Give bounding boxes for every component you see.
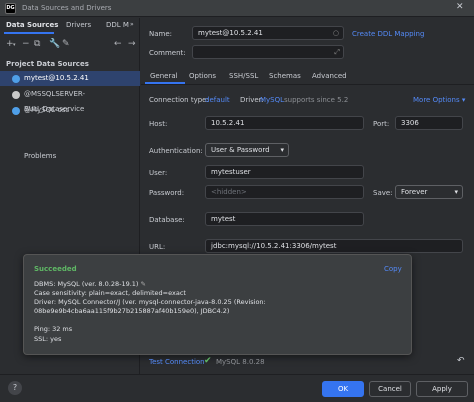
ping-info: Ping: 32 ms: [34, 325, 73, 333]
help-icon[interactable]: ?: [8, 381, 22, 395]
expand-icon[interactable]: ⤢: [334, 46, 340, 58]
tab-options[interactable]: Options: [189, 72, 216, 80]
tab-advanced[interactable]: Advanced: [312, 72, 347, 80]
datasource-item[interactable]: @MSSQLSERVER-BUU_Dataservice: [0, 87, 140, 113]
dbms-text: DBMS: MySQL (ver. 8.0.28-19.1): [34, 280, 139, 288]
user-label: User:: [149, 169, 168, 177]
url-input[interactable]: jdbc:mysql://10.5.2.41:3306/mytest: [205, 239, 463, 253]
dialog-footer: ? OK Cancel Apply: [0, 374, 474, 402]
tab-data-sources[interactable]: Data Sources: [6, 21, 58, 29]
forward-icon[interactable]: →: [128, 39, 136, 49]
tab-ssh-ssl[interactable]: SSH/SSL: [229, 72, 258, 80]
chevron-down-icon: ▾: [454, 188, 458, 196]
port-input[interactable]: 3306: [395, 116, 463, 130]
undo-icon[interactable]: ↶: [457, 356, 465, 366]
more-options-label: More Options: [413, 96, 460, 104]
settings-icon[interactable]: 🔧: [49, 39, 60, 49]
sqlserver-icon: [12, 91, 20, 99]
test-result-version: MySQL 8.0.28: [216, 358, 265, 366]
back-icon[interactable]: ←: [114, 39, 122, 49]
port-label: Port:: [373, 120, 390, 128]
ssl-info: SSL: yes: [34, 335, 62, 343]
user-input[interactable]: mytestuser: [205, 165, 364, 179]
datasource-item[interactable]: mytest@10.5.2.41: [0, 71, 140, 86]
name-value: mytest@10.5.2.41: [198, 29, 263, 37]
problems-item[interactable]: Problems: [24, 152, 56, 160]
tab-drivers[interactable]: Drivers: [66, 21, 91, 29]
datasource-item[interactable]: @MySQL-oss: [0, 103, 140, 118]
status-succeeded: Succeeded: [34, 265, 77, 273]
connection-type-label: Connection type:: [149, 96, 209, 104]
revision-info: 08be9e9b4cba6aa115f9b27b215887af40b159e0…: [34, 307, 230, 315]
active-tab-indicator: [4, 32, 54, 34]
edit-icon[interactable]: ✎: [141, 280, 146, 288]
driver-info: Driver: MySQL Connector/J (ver. mysql-co…: [34, 298, 266, 306]
test-connection-link[interactable]: Test Connection: [149, 358, 205, 366]
chevron-down-icon: ▾: [280, 146, 284, 154]
tabs-divider: [141, 84, 474, 85]
apply-button[interactable]: Apply: [416, 381, 468, 397]
authentication-select[interactable]: User & Password ▾: [205, 143, 289, 157]
url-value: jdbc:mysql://10.5.2.41:3306/mytest: [211, 242, 337, 250]
url-label: URL:: [149, 243, 166, 251]
app-logo-icon: DG: [5, 3, 16, 14]
check-icon: ✔: [204, 356, 212, 366]
authentication-label: Authentication:: [149, 147, 203, 155]
save-value: Forever: [401, 188, 428, 196]
case-info: Case sensitivity: plain=exact, delimited…: [34, 289, 186, 297]
save-select[interactable]: Forever ▾: [395, 185, 463, 199]
authentication-value: User & Password: [211, 146, 270, 154]
comment-label: Comment:: [149, 49, 186, 57]
tab-schemas[interactable]: Schemas: [269, 72, 301, 80]
datasource-label: mytest@10.5.2.41: [24, 74, 89, 82]
reset-icon[interactable]: ○: [333, 27, 339, 39]
database-value: mytest: [211, 215, 236, 223]
datasource-label: @MySQL-oss: [24, 106, 70, 114]
close-icon[interactable]: ✕: [456, 2, 464, 12]
test-result-popup: Succeeded Copy DBMS: MySQL (ver. 8.0.28-…: [23, 254, 412, 355]
host-value: 10.5.2.41: [211, 119, 245, 127]
chevron-down-icon[interactable]: ▾: [13, 42, 16, 48]
comment-input[interactable]: ⤢: [192, 45, 344, 59]
chevron-down-icon: ▾: [461, 96, 466, 104]
driver-note: supports since 5.2: [284, 96, 349, 104]
cancel-button[interactable]: Cancel: [369, 381, 411, 397]
mysql-icon: [12, 75, 20, 83]
tab-ddl-mappings[interactable]: DDL M: [106, 21, 129, 29]
save-label: Save:: [373, 189, 393, 197]
database-input[interactable]: mytest: [205, 212, 364, 226]
port-value: 3306: [401, 119, 419, 127]
host-label: Host:: [149, 120, 168, 128]
window-title: Data Sources and Drivers: [22, 4, 112, 12]
host-input[interactable]: 10.5.2.41: [205, 116, 364, 130]
mysql-icon: [12, 107, 20, 115]
password-label: Password:: [149, 189, 185, 197]
name-label: Name:: [149, 30, 173, 38]
driver-link[interactable]: MySQL: [260, 96, 284, 104]
create-ddl-link[interactable]: Create DDL Mapping: [352, 30, 424, 38]
section-title: Project Data Sources: [6, 60, 89, 68]
connection-type-link[interactable]: default: [205, 96, 230, 104]
tab-general[interactable]: General: [150, 72, 178, 80]
remove-icon[interactable]: −: [22, 39, 30, 49]
database-label: Database:: [149, 216, 185, 224]
name-input[interactable]: mytest@10.5.2.41 ○: [192, 26, 344, 40]
more-options-link[interactable]: More Options ▾: [413, 96, 465, 104]
duplicate-icon[interactable]: ⧉: [34, 39, 40, 49]
password-input[interactable]: <hidden>: [205, 185, 364, 199]
left-tabs: Data Sources Drivers DDL M »: [0, 18, 140, 34]
title-bar: DG Data Sources and Drivers ✕: [0, 0, 474, 17]
password-placeholder: <hidden>: [211, 188, 247, 196]
user-value: mytestuser: [211, 168, 251, 176]
dbms-info: DBMS: MySQL (ver. 8.0.28-19.1) ✎: [34, 280, 146, 288]
edit-icon[interactable]: ✎: [62, 39, 70, 49]
ok-button[interactable]: OK: [322, 381, 364, 397]
tabs-overflow-icon[interactable]: »: [130, 21, 134, 28]
copy-link[interactable]: Copy: [384, 265, 402, 273]
